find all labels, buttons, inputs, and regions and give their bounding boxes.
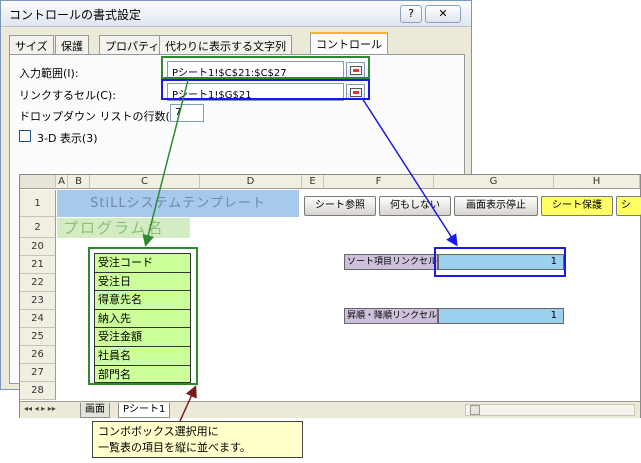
shading-3d-label: 3-D 表示(3) bbox=[37, 132, 98, 145]
link-cell-field[interactable]: Pシート1!$G$21 bbox=[167, 83, 344, 101]
protect-sheet-button[interactable]: シート保護 bbox=[541, 196, 613, 216]
truncated-button[interactable]: シ bbox=[616, 196, 641, 216]
col-header-e[interactable]: E bbox=[302, 175, 324, 189]
tab-control[interactable]: コントロール bbox=[310, 32, 388, 55]
list-item: 部門名 bbox=[98, 367, 131, 381]
sheet-tab-psheet1[interactable]: Pシート1 bbox=[118, 403, 171, 418]
list-item: 受注金額 bbox=[95, 328, 190, 347]
link-cell-label: リンクするセル(C): bbox=[19, 89, 116, 102]
row-header-27[interactable]: 27 bbox=[20, 364, 56, 382]
input-range-label: 入力範囲(I): bbox=[19, 67, 79, 80]
order-link-cell[interactable]: 1 bbox=[438, 308, 564, 324]
row-header-21[interactable]: 21 bbox=[20, 256, 56, 274]
tab-alt-text[interactable]: 代わりに表示する文字列 bbox=[159, 35, 292, 54]
row-header-1[interactable]: 1 bbox=[20, 190, 56, 217]
col-header-d[interactable]: D bbox=[200, 175, 302, 189]
program-name-cell: プログラム名 bbox=[57, 218, 190, 238]
tab-protection[interactable]: 保護 bbox=[55, 35, 89, 54]
sheet-tab-bar: ◂◂ ◂ ▸ ▸▸ 画面 Pシート1 bbox=[20, 401, 640, 418]
corner-select-all[interactable] bbox=[20, 175, 56, 189]
sort-link-cell[interactable]: 1 bbox=[438, 254, 564, 270]
range-picker-icon[interactable] bbox=[346, 62, 365, 78]
help-button[interactable]: ? bbox=[400, 5, 422, 23]
spreadsheet: A B C D E F G H 1 2 20 21 22 23 24 25 26… bbox=[19, 174, 641, 418]
row-header-24[interactable]: 24 bbox=[20, 310, 56, 328]
col-header-f[interactable]: F bbox=[324, 175, 434, 189]
list-item: 社員名 bbox=[95, 347, 190, 366]
dialog-title: コントロールの書式設定 bbox=[9, 8, 142, 22]
col-header-c[interactable]: C bbox=[90, 175, 200, 189]
row-header-2[interactable]: 2 bbox=[20, 217, 56, 238]
close-button[interactable]: ✕ bbox=[425, 5, 461, 23]
tab-properties[interactable]: プロパティ bbox=[99, 35, 166, 54]
row-header-26[interactable]: 26 bbox=[20, 346, 56, 364]
dropdown-rows-label: ドロップダウン リストの行数(D): bbox=[19, 110, 187, 123]
order-link-label: 昇順・降順リンクセル bbox=[344, 308, 438, 324]
list-item: 受注コード bbox=[95, 254, 190, 273]
col-header-h[interactable]: H bbox=[554, 175, 640, 189]
row-header-25[interactable]: 25 bbox=[20, 328, 56, 346]
annotation-callout: コンボボックス選択用に 一覧表の項目を縦に並べます。 bbox=[92, 421, 303, 458]
sort-link-label: ソート項目リンクセル bbox=[344, 254, 438, 270]
col-header-a[interactable]: A bbox=[56, 175, 68, 189]
row-header-23[interactable]: 23 bbox=[20, 292, 56, 310]
sheet-nav-arrows-icon[interactable]: ◂◂ ◂ ▸ ▸▸ bbox=[24, 404, 56, 413]
list-item: 得意先名 bbox=[95, 291, 190, 310]
list-item: 納入先 bbox=[95, 310, 190, 329]
horizontal-scrollbar[interactable] bbox=[465, 404, 635, 416]
list-item: 受注日 bbox=[95, 273, 190, 292]
input-range-field[interactable]: Pシート1!$C$21:$C$27 bbox=[167, 61, 344, 79]
row-header-22[interactable]: 22 bbox=[20, 274, 56, 292]
callout-line-2: 一覧表の項目を縦に並べます。 bbox=[98, 441, 251, 454]
dialog-titlebar: コントロールの書式設定 ? ✕ bbox=[1, 1, 471, 27]
sheet-ref-button[interactable]: シート参照 bbox=[304, 196, 376, 216]
col-header-g[interactable]: G bbox=[434, 175, 554, 189]
callout-line-1: コンボボックス選択用に bbox=[98, 425, 219, 438]
dropdown-rows-field[interactable]: 7 bbox=[170, 104, 204, 122]
item-list: 受注コード 受注日 得意先名 納入先 受注金額 社員名 部門名 bbox=[94, 253, 191, 383]
stop-screen-update-button[interactable]: 画面表示停止 bbox=[454, 196, 538, 216]
col-header-b[interactable]: B bbox=[68, 175, 90, 189]
do-nothing-button[interactable]: 何もしない bbox=[379, 196, 451, 216]
system-template-title: StiLLシステムテンプレート bbox=[57, 190, 299, 217]
tab-size[interactable]: サイズ bbox=[9, 35, 54, 54]
cell-picker-icon[interactable] bbox=[346, 84, 365, 100]
row-header-20[interactable]: 20 bbox=[20, 238, 56, 256]
shading-3d-checkbox[interactable] bbox=[19, 130, 31, 142]
sheet-tab-screen[interactable]: 画面 bbox=[80, 403, 110, 418]
row-header-28[interactable]: 28 bbox=[20, 382, 56, 400]
scroll-thumb[interactable] bbox=[470, 405, 480, 415]
